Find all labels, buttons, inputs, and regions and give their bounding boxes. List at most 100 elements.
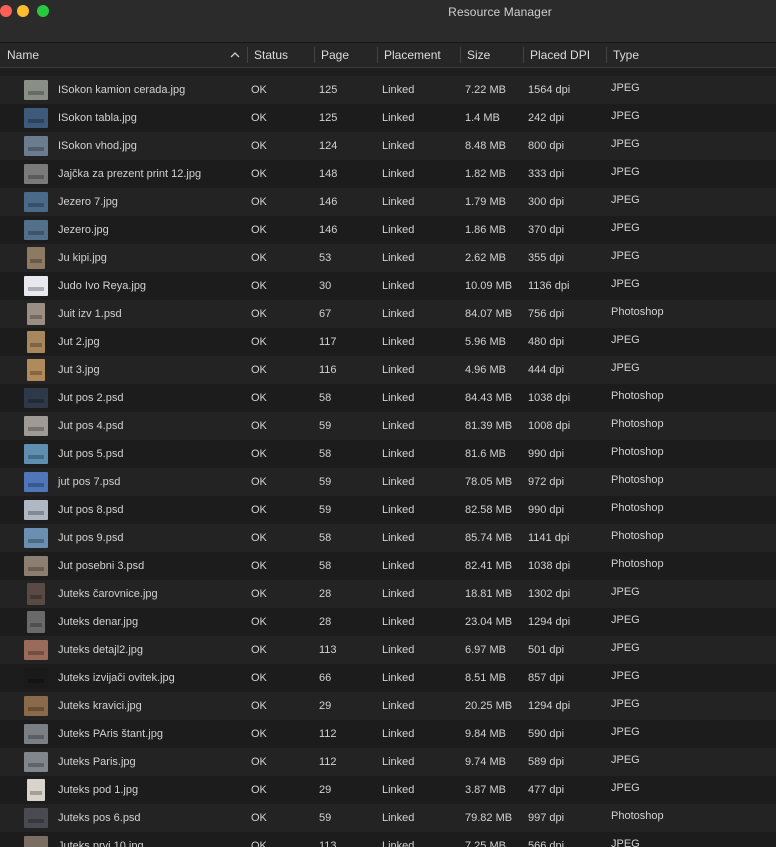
placed-dpi-cell: 300 dpi <box>528 196 565 208</box>
table-row[interactable]: ISokon tabla.jpg OK 125 Linked 1.4 MB 242 dpi… <box>0 104 776 132</box>
image-thumbnail <box>24 192 48 212</box>
type-cell: JPEG <box>611 82 640 94</box>
table-row[interactable]: Jut pos 5.psd OK 58 Linked 81.6 MB 990 dpi Pho… <box>0 440 776 468</box>
page-cell: 146 <box>319 224 338 236</box>
column-header-placed-dpi[interactable]: Placed DPI <box>523 43 607 67</box>
image-thumbnail <box>24 556 48 576</box>
type-cell: JPEG <box>611 586 640 598</box>
table-row[interactable]: Jajčka za prezent print 12.jpg OK 148 Linke… <box>0 160 776 188</box>
table-row[interactable]: Juteks pod 1.jpg OK 29 Linked 3.87 MB 477 dpi… <box>0 776 776 804</box>
type-cell: JPEG <box>611 754 640 766</box>
status-cell: OK <box>251 560 267 572</box>
table-row[interactable]: Juteks kravici.jpg OK 29 Linked 20.25 MB 1294… <box>0 692 776 720</box>
size-cell: 82.41 MB <box>465 560 513 572</box>
file-name-cell: Jut pos 2.psd <box>58 392 124 404</box>
image-thumbnail <box>27 303 45 325</box>
placement-cell: Linked <box>382 364 415 376</box>
page-cell: 146 <box>319 196 338 208</box>
table-row[interactable]: Jut pos 4.psd OK 59 Linked 81.39 MB 1008 dpi P… <box>0 412 776 440</box>
placed-dpi-cell: 1294 dpi <box>528 616 571 628</box>
table-row[interactable]: Ju kipi.jpg OK 53 Linked 2.62 MB 355 dpi JPEG <box>0 244 776 272</box>
table-row[interactable]: Judo Ivo Reya.jpg OK 30 Linked 10.09 MB 1136 … <box>0 272 776 300</box>
image-thumbnail <box>27 331 45 353</box>
placement-cell: Linked <box>382 560 415 572</box>
type-cell: JPEG <box>611 110 640 122</box>
placement-cell: Linked <box>382 84 415 96</box>
table-row[interactable]: Juteks pos 6.psd OK 59 Linked 79.82 MB 997 dp… <box>0 804 776 832</box>
table-row[interactable]: Juteks prvi 10.jpg OK 113 Linked 7.25 MB 566 … <box>0 832 776 847</box>
table-row[interactable]: Juit izv 1.psd OK 67 Linked 84.07 MB 756 dpi P… <box>0 300 776 328</box>
column-header-type[interactable]: Type <box>606 43 776 67</box>
type-cell: JPEG <box>611 334 640 346</box>
type-cell: Photoshop <box>611 306 664 318</box>
column-header-placement[interactable]: Placement <box>377 43 461 67</box>
placed-dpi-cell: 590 dpi <box>528 728 565 740</box>
table-row[interactable]: Jezero.jpg OK 146 Linked 1.86 MB 370 dpi JPEG <box>0 216 776 244</box>
placement-cell: Linked <box>382 616 415 628</box>
file-name-cell: Juteks čarovnice.jpg <box>58 588 158 600</box>
placed-dpi-cell: 800 dpi <box>528 140 565 152</box>
column-header-page-label: Page <box>321 48 350 62</box>
size-cell: 82.58 MB <box>465 504 513 516</box>
table-row[interactable]: Juteks izvijači ovitek.jpg OK 66 Linked 8.51… <box>0 664 776 692</box>
table-row[interactable]: Jut pos 8.psd OK 59 Linked 82.58 MB 990 dpi Ph… <box>0 496 776 524</box>
table-row[interactable]: Juteks denar.jpg OK 28 Linked 23.04 MB 1294 d… <box>0 608 776 636</box>
type-cell: JPEG <box>611 782 640 794</box>
type-cell: Photoshop <box>611 418 664 430</box>
table-row[interactable]: jut pos 7.psd OK 59 Linked 78.05 MB 972 dpi Ph… <box>0 468 776 496</box>
table-row[interactable]: Jut posebni 3.psd OK 58 Linked 82.41 MB 1038 … <box>0 552 776 580</box>
table-row[interactable]: Jut pos 2.psd OK 58 Linked 84.43 MB 1038 dpi P… <box>0 384 776 412</box>
sort-ascending-icon[interactable] <box>229 49 241 61</box>
placement-cell: Linked <box>382 224 415 236</box>
status-cell: OK <box>251 196 267 208</box>
placed-dpi-cell: 242 dpi <box>528 112 565 124</box>
table-row[interactable]: Juteks detajl2.jpg OK 113 Linked 6.97 MB 501 … <box>0 636 776 664</box>
column-header-status[interactable]: Status <box>247 43 315 67</box>
size-cell: 5.96 MB <box>465 336 506 348</box>
status-cell: OK <box>251 728 267 740</box>
column-header-name-label: Name <box>7 48 40 62</box>
column-header-size[interactable]: Size <box>460 43 524 67</box>
table-row[interactable]: Juteks PAris štant.jpg OK 112 Linked 9.84 MB… <box>0 720 776 748</box>
type-cell: JPEG <box>611 698 640 710</box>
page-cell: 124 <box>319 140 338 152</box>
image-thumbnail <box>24 500 48 520</box>
placed-dpi-cell: 480 dpi <box>528 336 565 348</box>
table-row[interactable]: Juteks Paris.jpg OK 112 Linked 9.74 MB 589 dp… <box>0 748 776 776</box>
size-cell: 2.62 MB <box>465 252 506 264</box>
page-cell: 112 <box>319 756 337 768</box>
resource-list[interactable]: ISokon kamion cerada.jpg OK 125 Linked 7.22 … <box>0 68 776 847</box>
table-row[interactable]: Jut pos 9.psd OK 58 Linked 85.74 MB 1141 dpi P… <box>0 524 776 552</box>
size-cell: 85.74 MB <box>465 532 513 544</box>
column-header-page[interactable]: Page <box>314 43 378 67</box>
page-cell: 67 <box>319 308 332 320</box>
placement-cell: Linked <box>382 336 415 348</box>
table-row[interactable]: Jezero 7.jpg OK 146 Linked 1.79 MB 300 dpi JPE… <box>0 188 776 216</box>
table-row[interactable]: ISokon kamion cerada.jpg OK 125 Linked 7.22 … <box>0 76 776 104</box>
table-row[interactable]: Jut 3.jpg OK 116 Linked 4.96 MB 444 dpi JPEG <box>0 356 776 384</box>
placement-cell: Linked <box>382 280 415 292</box>
size-cell: 10.09 MB <box>465 280 513 292</box>
type-cell: JPEG <box>611 166 640 178</box>
column-header-name[interactable]: Name <box>0 43 248 67</box>
status-cell: OK <box>251 420 267 432</box>
size-cell: 8.51 MB <box>465 672 506 684</box>
image-thumbnail <box>24 668 48 688</box>
status-cell: OK <box>251 672 267 684</box>
table-row[interactable]: Jut 2.jpg OK 117 Linked 5.96 MB 480 dpi JPEG <box>0 328 776 356</box>
placed-dpi-cell: 990 dpi <box>528 448 565 460</box>
table-row[interactable]: Juteks čarovnice.jpg OK 28 Linked 18.81 MB 13… <box>0 580 776 608</box>
column-header-placement-label: Placement <box>384 48 441 62</box>
page-cell: 58 <box>319 448 332 460</box>
table-row[interactable]: ISokon vhod.jpg OK 124 Linked 8.48 MB 800 dpi… <box>0 132 776 160</box>
file-name-cell: Juteks detajl2.jpg <box>58 644 143 656</box>
size-cell: 7.22 MB <box>465 84 506 96</box>
placement-cell: Linked <box>382 392 415 404</box>
file-name-cell: Jut posebni 3.psd <box>58 560 145 572</box>
placement-cell: Linked <box>382 112 415 124</box>
size-cell: 1.4 MB <box>465 112 500 124</box>
file-name-cell: Jut pos 8.psd <box>58 504 124 516</box>
status-cell: OK <box>251 112 267 124</box>
file-name-cell: ISokon vhod.jpg <box>58 140 137 152</box>
image-thumbnail <box>24 724 48 744</box>
